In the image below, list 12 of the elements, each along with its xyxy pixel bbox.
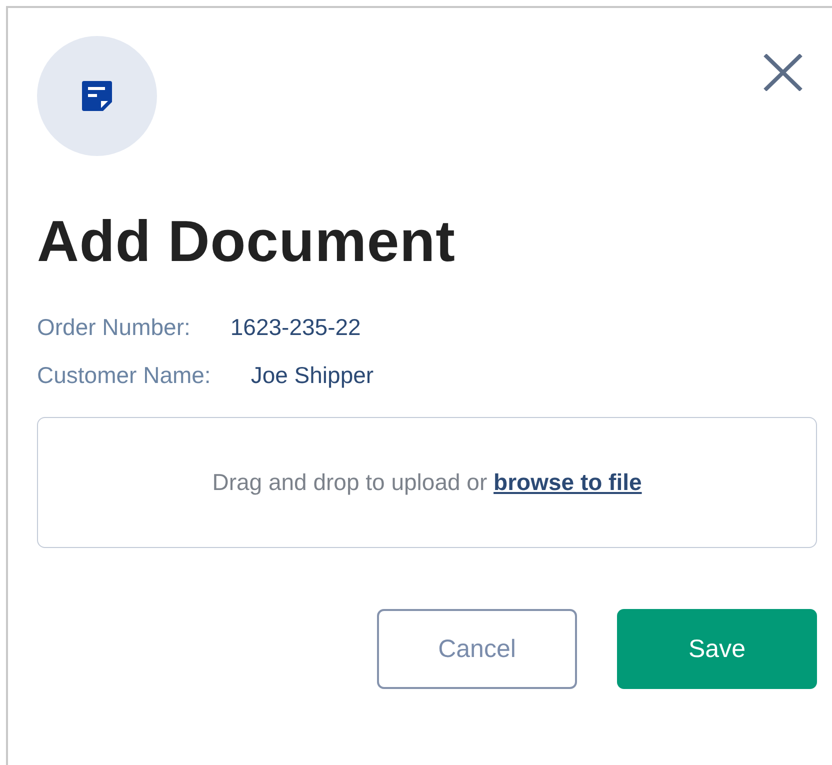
field-value: Joe Shipper bbox=[250, 361, 374, 390]
upload-dropzone[interactable]: Drag and drop to upload or browse to file bbox=[37, 417, 817, 548]
close-button[interactable] bbox=[763, 54, 803, 94]
field-value: 1623-235-22 bbox=[230, 313, 361, 342]
browse-link[interactable]: browse to file bbox=[494, 469, 642, 495]
field-label: Order Number: bbox=[37, 313, 190, 342]
dialog-title: Add Document bbox=[37, 208, 456, 275]
field-label: Customer Name: bbox=[37, 361, 211, 390]
upload-instructions: Drag and drop to upload or browse to file bbox=[212, 469, 642, 496]
note-icon bbox=[81, 80, 113, 112]
save-button[interactable]: Save bbox=[617, 609, 817, 689]
close-icon bbox=[763, 54, 803, 91]
